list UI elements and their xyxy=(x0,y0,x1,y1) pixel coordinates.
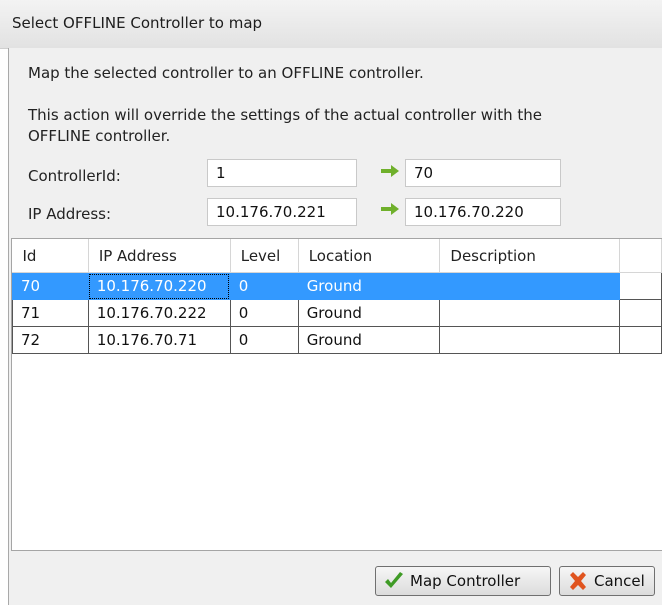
table-row[interactable]: 70 10.176.70.220 0 Ground xyxy=(12,272,662,300)
cell-filler xyxy=(619,272,662,300)
warning-text: This action will override the settings o… xyxy=(28,106,543,145)
cell-level[interactable]: 0 xyxy=(229,326,299,354)
cell-id[interactable]: 71 xyxy=(12,299,89,327)
cell-ip-address[interactable]: 10.176.70.222 xyxy=(87,299,231,327)
arrow-right-icon xyxy=(381,165,399,177)
column-header-description[interactable]: Description xyxy=(439,239,621,273)
checkmark-icon xyxy=(385,572,403,588)
cell-id[interactable]: 72 xyxy=(12,326,89,354)
column-header-filler xyxy=(619,239,662,273)
ip-address-label: IP Address: xyxy=(28,205,112,223)
cell-description[interactable] xyxy=(439,326,621,354)
dialog-footer: Map Controller Cancel xyxy=(9,555,662,605)
controller-id-target-field[interactable]: 70 xyxy=(405,159,561,187)
title-bar[interactable]: Select OFFLINE Controller to map xyxy=(0,0,662,49)
column-header-location[interactable]: Location xyxy=(298,239,441,273)
cell-level[interactable]: 0 xyxy=(229,272,299,300)
cell-location[interactable]: Ground xyxy=(297,326,441,354)
select-offline-controller-dialog: Select OFFLINE Controller to map Map the… xyxy=(0,0,662,605)
table-row[interactable]: 71 10.176.70.222 0 Ground xyxy=(12,299,662,327)
map-controller-label: Map Controller xyxy=(410,572,521,590)
cell-level[interactable]: 0 xyxy=(229,299,299,327)
cell-id[interactable]: 70 xyxy=(12,272,89,300)
grid-header-row: Id IP Address Level Location Description xyxy=(12,239,662,273)
ip-address-target-field[interactable]: 10.176.70.220 xyxy=(405,198,561,226)
cell-location[interactable]: Ground xyxy=(297,299,441,327)
controllers-grid[interactable]: Id IP Address Level Location Description… xyxy=(11,238,662,551)
arrow-right-icon xyxy=(381,203,399,215)
column-header-level[interactable]: Level xyxy=(230,239,299,273)
map-controller-button[interactable]: Map Controller xyxy=(375,566,551,596)
cell-ip-address[interactable]: 10.176.70.71 xyxy=(87,326,231,354)
column-header-id[interactable]: Id xyxy=(12,239,89,273)
column-header-ip-address[interactable]: IP Address xyxy=(88,239,231,273)
cell-location[interactable]: Ground xyxy=(297,272,441,300)
cancel-button[interactable]: Cancel xyxy=(559,566,655,596)
cell-description[interactable] xyxy=(439,299,621,327)
instruction-text: Map the selected controller to an OFFLIN… xyxy=(28,64,424,82)
x-icon xyxy=(570,572,586,590)
cell-description[interactable] xyxy=(439,272,621,300)
ip-address-current-field[interactable]: 10.176.70.221 xyxy=(207,198,357,226)
window-title: Select OFFLINE Controller to map xyxy=(12,14,263,32)
cell-filler xyxy=(619,326,662,354)
cancel-label: Cancel xyxy=(594,572,645,590)
table-row[interactable]: 72 10.176.70.71 0 Ground xyxy=(12,326,662,354)
controller-id-current-field[interactable]: 1 xyxy=(207,159,357,187)
cell-ip-address[interactable]: 10.176.70.220 xyxy=(87,272,231,300)
controller-id-label: ControllerId: xyxy=(28,167,121,185)
dialog-content: Map the selected controller to an OFFLIN… xyxy=(8,48,662,605)
cell-filler xyxy=(619,299,662,327)
